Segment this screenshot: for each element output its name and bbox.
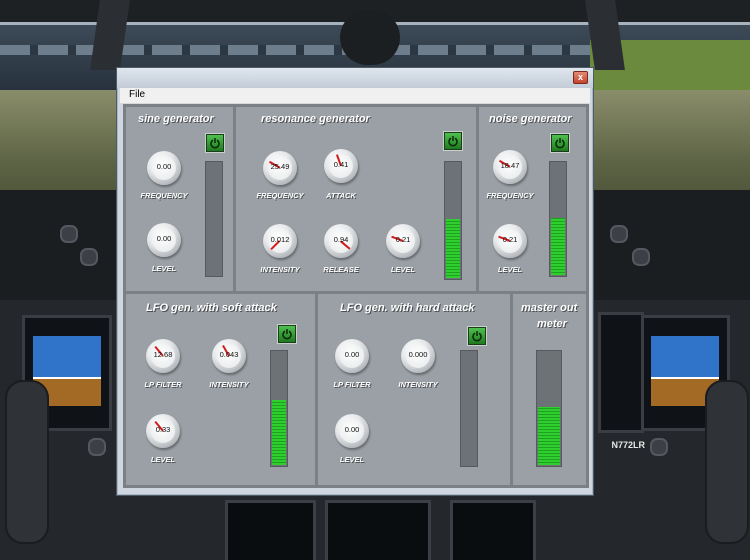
knob-label: LEVEL (497, 265, 523, 274)
knob-value: 0.00 (344, 350, 360, 359)
master-out-meter-panel: master out meter (513, 294, 586, 485)
knob-value: 0.012 (270, 235, 290, 244)
knob-label: FREQUENCY (140, 191, 188, 200)
knob-label: FREQUENCY (256, 191, 304, 200)
lfo-soft-attack-panel: LFO gen. with soft attack 12.68 LP FILTE… (126, 294, 315, 485)
lfo-hard-level-knob[interactable]: 0.00 (335, 414, 369, 448)
resonance-power-button[interactable] (444, 132, 462, 150)
sine-generator-panel: sine generator 0.00 FREQUENCY 0.00 LEVEL (126, 107, 233, 291)
panel-title: resonance generator (261, 113, 370, 125)
meter-fill (272, 400, 286, 465)
panel-knob (632, 248, 650, 266)
knob-value: 12.68 (153, 350, 173, 359)
knob-label: INTENSITY (260, 265, 300, 274)
tail-registration-label: N772LR (611, 440, 645, 450)
lfo-hard-level-meter (460, 350, 478, 467)
resonance-level-meter (444, 161, 462, 280)
compass-housing (340, 10, 400, 65)
close-icon: x (577, 72, 583, 82)
knob-value: 18.47 (500, 161, 520, 170)
knob-value: 0.00 (344, 425, 360, 434)
noise-level-meter (549, 161, 567, 277)
sine-power-button[interactable] (206, 134, 224, 152)
knob-label: LEVEL (339, 455, 365, 464)
resonance-attack-knob[interactable]: 0.41 (324, 149, 358, 183)
lfo-soft-power-button[interactable] (278, 325, 296, 343)
panel-title: sine generator (138, 113, 214, 125)
knob-value: 0.21 (395, 235, 411, 244)
panel-title: LFO gen. with soft attack (146, 302, 277, 314)
lfo-soft-level-meter (270, 350, 288, 467)
master-out-meter (536, 350, 562, 467)
knob-label: INTENSITY (398, 380, 438, 389)
resonance-release-knob[interactable]: 0.94 (324, 224, 358, 258)
lfo-hard-intensity-knob[interactable]: 0.000 (401, 339, 435, 373)
knob-label: INTENSITY (209, 380, 249, 389)
eicas-screen (325, 500, 431, 560)
knob-label: ATTACK (326, 191, 356, 200)
cdu-screen-right (450, 500, 536, 560)
menu-file[interactable]: File (129, 89, 145, 100)
panel-title: LFO gen. with hard attack (340, 302, 475, 314)
control-yoke-right (705, 380, 749, 544)
knob-label: FREQUENCY (486, 191, 534, 200)
panel-knob (60, 225, 78, 243)
panel-title: meter (537, 318, 567, 330)
resonance-intensity-knob[interactable]: 0.012 (263, 224, 297, 258)
knob-label: LEVEL (151, 264, 177, 273)
knob-label: LP FILTER (144, 380, 182, 389)
lfo-hard-lp-filter-knob[interactable]: 0.00 (335, 339, 369, 373)
knob-value: 0.41 (333, 160, 349, 169)
power-icon (555, 138, 565, 149)
knob-value: 0.94 (333, 235, 349, 244)
panel-knob (650, 438, 668, 456)
noise-generator-panel: noise generator 18.47 FREQUENCY 0.21 LEV… (479, 107, 586, 291)
knob-value: 0.00 (156, 234, 172, 243)
knob-value: 0.21 (502, 235, 518, 244)
knob-label: LP FILTER (333, 380, 371, 389)
knob-value: 0.33 (155, 425, 171, 434)
lfo-soft-level-knob[interactable]: 0.33 (146, 414, 180, 448)
knob-value: 25.49 (270, 162, 290, 171)
cdu-screen-left (225, 500, 316, 560)
generator-panels: sine generator 0.00 FREQUENCY 0.00 LEVEL… (123, 104, 589, 488)
meter-fill (446, 219, 460, 278)
sine-level-meter (205, 161, 223, 277)
lfo-soft-lp-filter-knob[interactable]: 12.68 (146, 339, 180, 373)
noise-frequency-knob[interactable]: 18.47 (493, 150, 527, 184)
panel-title: noise generator (489, 113, 572, 125)
resonance-level-knob[interactable]: 0.21 (386, 224, 420, 258)
lfo-soft-intensity-knob[interactable]: 0.043 (212, 339, 246, 373)
knob-value: 0.00 (156, 162, 172, 171)
noise-level-knob[interactable]: 0.21 (493, 224, 527, 258)
sine-frequency-knob[interactable]: 0.00 (147, 151, 181, 185)
close-button[interactable]: x (573, 71, 588, 84)
panel-knob (610, 225, 628, 243)
power-icon (448, 136, 458, 147)
control-yoke-left (5, 380, 49, 544)
synth-window: x File sine generator 0.00 FREQUENCY 0.0… (116, 67, 594, 496)
meter-fill (551, 217, 565, 275)
title-bar[interactable]: x (117, 68, 593, 88)
power-icon (472, 331, 482, 342)
menu-bar: File (120, 88, 590, 104)
knob-value: 0.043 (219, 350, 239, 359)
resonance-generator-panel: resonance generator 25.49 FREQUENCY 0.41… (236, 107, 476, 291)
panel-title: master out (521, 302, 578, 314)
navigation-display-right (598, 312, 644, 433)
panel-knob (80, 248, 98, 266)
power-icon (210, 138, 220, 149)
power-icon (282, 329, 292, 340)
noise-power-button[interactable] (551, 134, 569, 152)
meter-fill (538, 407, 560, 465)
resonance-frequency-knob[interactable]: 25.49 (263, 151, 297, 185)
sine-level-knob[interactable]: 0.00 (147, 223, 181, 257)
knob-label: LEVEL (150, 455, 176, 464)
lfo-hard-attack-panel: LFO gen. with hard attack 0.00 LP FILTER… (318, 294, 510, 485)
lfo-hard-power-button[interactable] (468, 327, 486, 345)
knob-label: RELEASE (323, 265, 359, 274)
panel-knob (88, 438, 106, 456)
knob-label: LEVEL (390, 265, 416, 274)
knob-value: 0.000 (408, 350, 428, 359)
